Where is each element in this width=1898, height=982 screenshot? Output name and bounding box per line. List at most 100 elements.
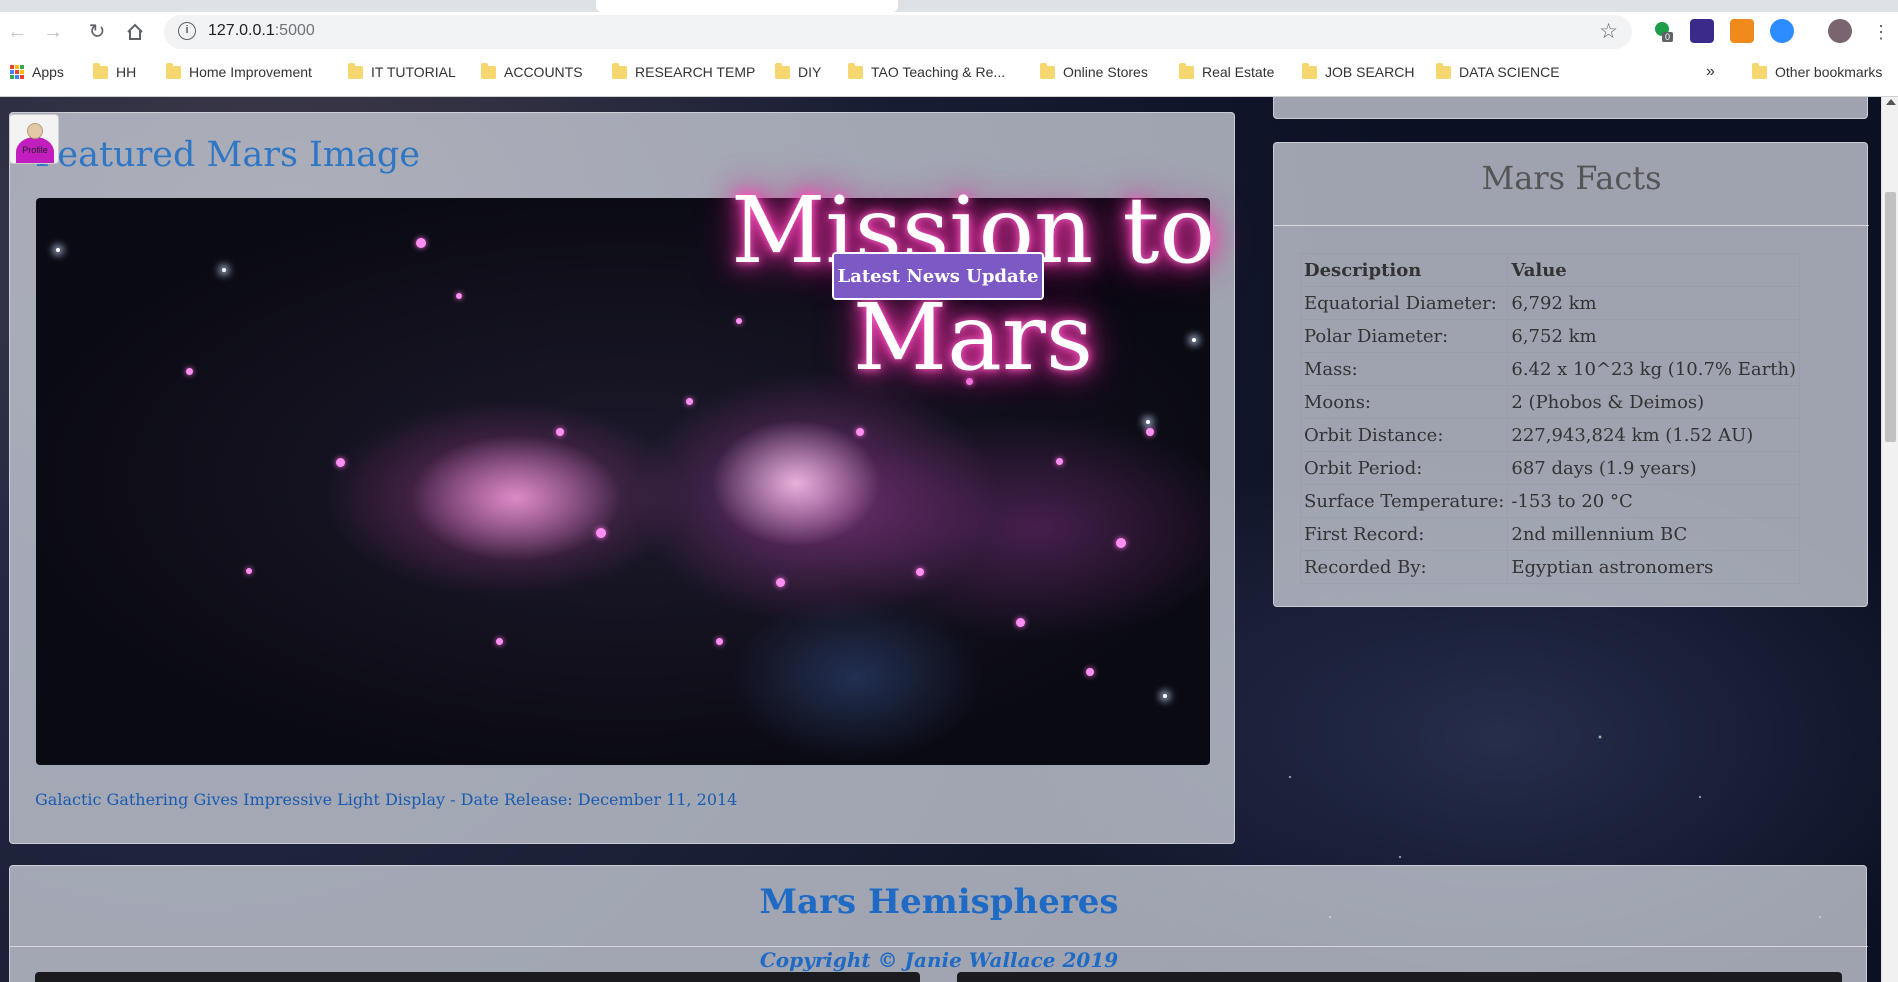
- folder-icon: [1436, 62, 1451, 79]
- page-viewport: Featured Mars Image Galactic Gathering G…: [0, 97, 1898, 982]
- folder-icon: [481, 62, 496, 79]
- table-row: Orbit Period: 687 days (1.9 years): [1299, 451, 1801, 485]
- fact-value: 2nd millennium BC: [1507, 517, 1801, 551]
- site-info-icon[interactable]: i: [178, 22, 196, 40]
- folder-icon: [348, 62, 363, 79]
- bookmark-folder-research-temp[interactable]: RESEARCH TEMP: [612, 62, 755, 82]
- bookmark-folder-home-improvement[interactable]: Home Improvement: [166, 62, 312, 82]
- fact-value: -153 to 20 °C: [1507, 484, 1801, 518]
- featured-caption: Galactic Gathering Gives Impressive Ligh…: [35, 790, 738, 809]
- table-row: Moons: 2 (Phobos & Deimos): [1299, 385, 1801, 419]
- fact-value: 227,943,824 km (1.52 AU): [1507, 418, 1801, 452]
- featured-heading: Featured Mars Image: [35, 135, 421, 175]
- folder-icon: [1752, 62, 1767, 79]
- bookmarks-bar: Apps HH Home Improvement IT TUTORIAL ACC…: [0, 60, 1898, 84]
- table-row: Mass: 6.42 x 10^23 kg (10.7% Earth): [1299, 352, 1801, 386]
- hemisphere-thumbnail[interactable]: [957, 972, 1842, 982]
- table-row: Orbit Distance: 227,943,824 km (1.52 AU): [1299, 418, 1801, 452]
- reload-icon[interactable]: ↻: [84, 19, 110, 45]
- copyright-footer: Copyright © Janie Wallace 2019: [759, 948, 1119, 972]
- bookmark-folder-real-estate[interactable]: Real Estate: [1179, 62, 1274, 82]
- bookmark-folder-tao[interactable]: TAO Teaching & Re...: [848, 62, 1005, 82]
- column-header: Value: [1507, 253, 1801, 287]
- fact-value: 6,792 km: [1507, 286, 1801, 320]
- bookmarks-overflow-button[interactable]: »: [1706, 62, 1715, 82]
- bookmark-label: RESEARCH TEMP: [635, 64, 756, 80]
- address-url: 127.0.0.1:5000: [208, 22, 315, 39]
- bookmark-label: IT TUTORIAL: [371, 64, 456, 80]
- bookmark-folder-it-tutorial[interactable]: IT TUTORIAL: [348, 62, 456, 82]
- folder-icon: [775, 62, 790, 79]
- forward-arrow-icon[interactable]: →: [40, 19, 66, 45]
- address-bar[interactable]: i 127.0.0.1:5000 ☆: [164, 15, 1632, 49]
- table-row: First Record: 2nd millennium BC: [1299, 517, 1801, 551]
- folder-icon: [1040, 62, 1055, 79]
- page-scrollbar[interactable]: [1881, 97, 1898, 982]
- bookmark-label: Online Stores: [1063, 64, 1148, 80]
- fact-value: 2 (Phobos & Deimos): [1507, 385, 1801, 419]
- active-tab[interactable]: [596, 0, 898, 12]
- fact-value: Egyptian astronomers: [1507, 550, 1801, 584]
- bookmark-folder-diy[interactable]: DIY: [775, 62, 821, 82]
- browser-avatar[interactable]: [1828, 19, 1852, 43]
- folder-icon: [1302, 62, 1317, 79]
- bookmark-label: JOB SEARCH: [1325, 64, 1415, 80]
- extension-mail-icon[interactable]: [1690, 19, 1714, 43]
- fact-value: 6.42 x 10^23 kg (10.7% Earth): [1507, 352, 1801, 386]
- facts-divider: [1274, 225, 1869, 226]
- folder-icon: [612, 62, 627, 79]
- bookmark-folder-data-science[interactable]: DATA SCIENCE: [1436, 62, 1560, 82]
- bookmark-label: Apps: [32, 64, 64, 80]
- scroll-up-arrow-icon[interactable]: [1886, 99, 1896, 105]
- facts-heading: Mars Facts: [1481, 159, 1662, 197]
- profile-label: Profile: [22, 145, 48, 155]
- bookmark-label: Other bookmarks: [1775, 64, 1883, 80]
- bookmark-label: ACCOUNTS: [504, 64, 583, 80]
- apps-grid-icon: [10, 65, 24, 79]
- folder-icon: [848, 62, 863, 79]
- bookmark-star-icon[interactable]: ☆: [1599, 19, 1618, 44]
- latest-news-button[interactable]: Latest News Update: [832, 252, 1044, 300]
- folder-icon: [166, 62, 181, 79]
- profile-avatar[interactable]: Profile: [9, 114, 59, 164]
- bookmark-label: HH: [116, 64, 137, 80]
- home-icon[interactable]: [122, 19, 148, 45]
- table-row: Equatorial Diameter: 6,792 km: [1299, 286, 1801, 320]
- table-row: Polar Diameter: 6,752 km: [1299, 319, 1801, 353]
- hemispheres-heading: Mars Hemispheres: [759, 882, 1119, 922]
- extension-video-icon[interactable]: [1770, 19, 1794, 43]
- fact-description: Surface Temperature:: [1299, 484, 1509, 518]
- mars-facts-panel: Mars Facts Description Value Equatorial …: [1273, 142, 1869, 607]
- mars-facts-table: Description Value Equatorial Diameter: 6,…: [1299, 253, 1801, 584]
- extension-badge: 0: [1662, 32, 1674, 42]
- fact-description: Orbit Period:: [1299, 451, 1509, 485]
- back-arrow-icon[interactable]: ←: [4, 19, 30, 45]
- folder-icon: [1179, 62, 1194, 79]
- folder-icon: [93, 62, 108, 79]
- profile-head-icon: [27, 123, 43, 139]
- extension-green-icon[interactable]: 0: [1650, 19, 1674, 43]
- fact-description: Orbit Distance:: [1299, 418, 1509, 452]
- bookmark-apps[interactable]: Apps: [10, 62, 64, 82]
- bookmark-label: Home Improvement: [189, 64, 312, 80]
- bookmark-label: Real Estate: [1202, 64, 1275, 80]
- menu-icon[interactable]: ⋮: [1868, 19, 1894, 45]
- bookmark-folder-accounts[interactable]: ACCOUNTS: [481, 62, 583, 82]
- extension-bag-icon[interactable]: [1730, 19, 1754, 43]
- scrollbar-thumb[interactable]: [1885, 192, 1896, 442]
- fact-value: 6,752 km: [1507, 319, 1801, 353]
- table-row: Surface Temperature: -153 to 20 °C: [1299, 484, 1801, 518]
- bookmark-folder-job-search[interactable]: JOB SEARCH: [1302, 62, 1414, 82]
- bookmark-folder-online-stores[interactable]: Online Stores: [1040, 62, 1148, 82]
- bookmark-label: DIY: [798, 64, 822, 80]
- other-bookmarks[interactable]: Other bookmarks: [1752, 62, 1882, 82]
- hemispheres-divider: [10, 946, 1868, 947]
- table-row: Recorded By: Egyptian astronomers: [1299, 550, 1801, 584]
- hemisphere-thumbnail[interactable]: [35, 972, 920, 982]
- tab-strip: [0, 0, 1898, 12]
- fact-value: 687 days (1.9 years): [1507, 451, 1801, 485]
- bookmark-label: DATA SCIENCE: [1459, 64, 1560, 80]
- bookmark-label: TAO Teaching & Re...: [871, 64, 1006, 80]
- bookmark-folder-hh[interactable]: HH: [93, 62, 136, 82]
- browser-chrome: ← → ↻ i 127.0.0.1:5000 ☆ 0 ⋮ Apps HH Hom…: [0, 0, 1898, 97]
